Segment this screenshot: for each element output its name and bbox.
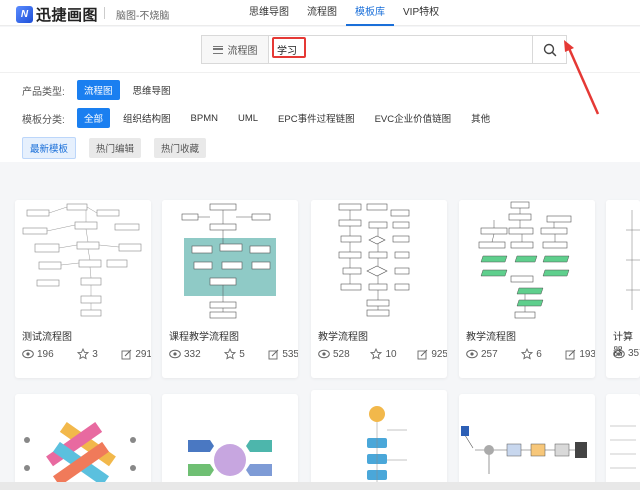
template-grid: 测试流程图 196 3 291 课程教学流程图 332 5 535 教学流程图 … — [0, 162, 640, 490]
category-row: 模板分类: 全部 组织结构图 BPMN UML EPC事件过程链图 EVC企业价… — [22, 108, 503, 128]
eye-icon — [169, 349, 181, 359]
template-stats: 528 10 925 — [318, 348, 447, 360]
template-card[interactable] — [311, 390, 447, 490]
main-nav: 思维导图 流程图 模板库 VIP特权 — [240, 0, 448, 26]
divider — [104, 7, 105, 19]
logo[interactable]: N 迅捷画图 — [16, 4, 98, 25]
template-card[interactable]: 测试流程图 196 3 291 — [15, 200, 151, 378]
eye-icon — [613, 349, 625, 358]
view-count: 528 — [333, 348, 350, 360]
star-count: 10 — [385, 348, 397, 360]
star-icon[interactable] — [224, 348, 237, 360]
edit-count: 925 — [431, 348, 447, 360]
edit-count: 193 — [579, 348, 595, 360]
nav-flowchart[interactable]: 流程图 — [298, 0, 346, 26]
template-card[interactable]: 教学流程图 528 10 925 — [311, 200, 447, 378]
template-thumbnail — [606, 406, 640, 490]
nav-template-library[interactable]: 模板库 — [346, 0, 394, 26]
edit-icon[interactable] — [417, 349, 428, 360]
view-count: 257 — [481, 348, 498, 360]
template-thumbnail — [162, 200, 298, 320]
product-type-row: 产品类型: 流程图 思维导图 — [22, 80, 184, 100]
top-bar: N 迅捷画图 脑图-不烧脑 思维导图 流程图 模板库 VIP特权 — [0, 0, 640, 26]
search-section: 流程图 — [0, 27, 640, 72]
eye-icon — [466, 349, 478, 359]
template-thumbnail — [459, 200, 595, 320]
template-stats: 332 5 535 — [169, 348, 298, 360]
template-stats: 357 — [613, 348, 640, 359]
category-uml[interactable]: UML — [231, 110, 265, 127]
star-icon[interactable] — [521, 348, 534, 360]
brand-slogan: 脑图-不烧脑 — [116, 11, 170, 22]
menu-icon — [212, 45, 223, 54]
template-card[interactable] — [15, 394, 151, 490]
template-title: 测试流程图 — [22, 332, 72, 343]
nav-mindmap[interactable]: 思维导图 — [240, 0, 298, 26]
template-card[interactable] — [162, 394, 298, 490]
eye-icon — [318, 349, 330, 359]
view-count: 332 — [184, 348, 201, 360]
star-count: 6 — [536, 348, 542, 360]
search-type-select[interactable]: 流程图 — [202, 36, 269, 63]
template-title: 教学流程图 — [466, 332, 516, 343]
search-icon — [543, 43, 556, 56]
view-count: 357 — [628, 348, 640, 359]
nav-vip[interactable]: VIP特权 — [394, 0, 448, 26]
star-icon[interactable] — [77, 348, 90, 360]
template-title: 课程教学流程图 — [169, 332, 239, 343]
template-card[interactable] — [606, 394, 640, 490]
template-thumbnail — [162, 406, 298, 490]
category-bpmn[interactable]: BPMN — [184, 110, 225, 127]
star-count: 3 — [92, 348, 98, 360]
edit-count: 291 — [135, 348, 151, 360]
sort-tabs: 最新模板 热门编辑 热门收藏 — [22, 137, 219, 159]
filter-panel: 产品类型: 流程图 思维导图 模板分类: 全部 组织结构图 BPMN UML E… — [0, 72, 640, 162]
template-thumbnail — [15, 406, 151, 490]
search-input[interactable] — [269, 36, 532, 63]
product-type-label: 产品类型: — [22, 86, 65, 98]
template-card[interactable] — [459, 394, 595, 490]
template-card[interactable]: 教学流程图 257 6 193 — [459, 200, 595, 378]
edit-icon[interactable] — [565, 349, 576, 360]
view-count: 196 — [37, 348, 54, 360]
template-thumbnail — [459, 406, 595, 490]
category-evc[interactable]: EVC企业价值链图 — [368, 108, 459, 128]
template-thumbnail — [311, 200, 447, 320]
category-org-chart[interactable]: 组织结构图 — [116, 108, 178, 128]
star-icon[interactable] — [370, 348, 383, 360]
product-option-mindmap[interactable]: 思维导图 — [126, 80, 178, 100]
edit-icon[interactable] — [268, 349, 279, 360]
search-bar: 流程图 — [201, 35, 567, 64]
star-count: 5 — [239, 348, 245, 360]
template-card[interactable]: 计算器 357 — [606, 200, 640, 378]
brand-name: 迅捷画图 — [36, 7, 99, 24]
bottom-scrollbar[interactable] — [0, 482, 640, 490]
category-all[interactable]: 全部 — [77, 108, 111, 128]
category-label: 模板分类: — [22, 114, 65, 126]
template-card[interactable]: 课程教学流程图 332 5 535 — [162, 200, 298, 378]
eye-icon — [22, 349, 34, 359]
edit-icon[interactable] — [121, 349, 132, 360]
category-epc[interactable]: EPC事件过程链图 — [271, 108, 362, 128]
tab-newest[interactable]: 最新模板 — [22, 137, 77, 159]
search-type-label: 流程图 — [227, 46, 258, 57]
template-thumbnail — [15, 200, 151, 320]
tab-hot-favorite[interactable]: 热门收藏 — [154, 138, 207, 158]
product-option-flowchart[interactable]: 流程图 — [77, 80, 120, 100]
logo-icon: N — [16, 6, 33, 23]
template-stats: 196 3 291 — [22, 348, 151, 360]
edit-count: 535 — [282, 348, 298, 360]
template-title: 教学流程图 — [318, 332, 368, 343]
tab-hot-edit[interactable]: 热门编辑 — [89, 138, 142, 158]
search-button[interactable] — [532, 36, 566, 63]
template-thumbnail — [311, 400, 447, 490]
template-stats: 257 6 193 — [466, 348, 595, 360]
template-thumbnail — [606, 200, 640, 320]
category-other[interactable]: 其他 — [464, 108, 497, 128]
